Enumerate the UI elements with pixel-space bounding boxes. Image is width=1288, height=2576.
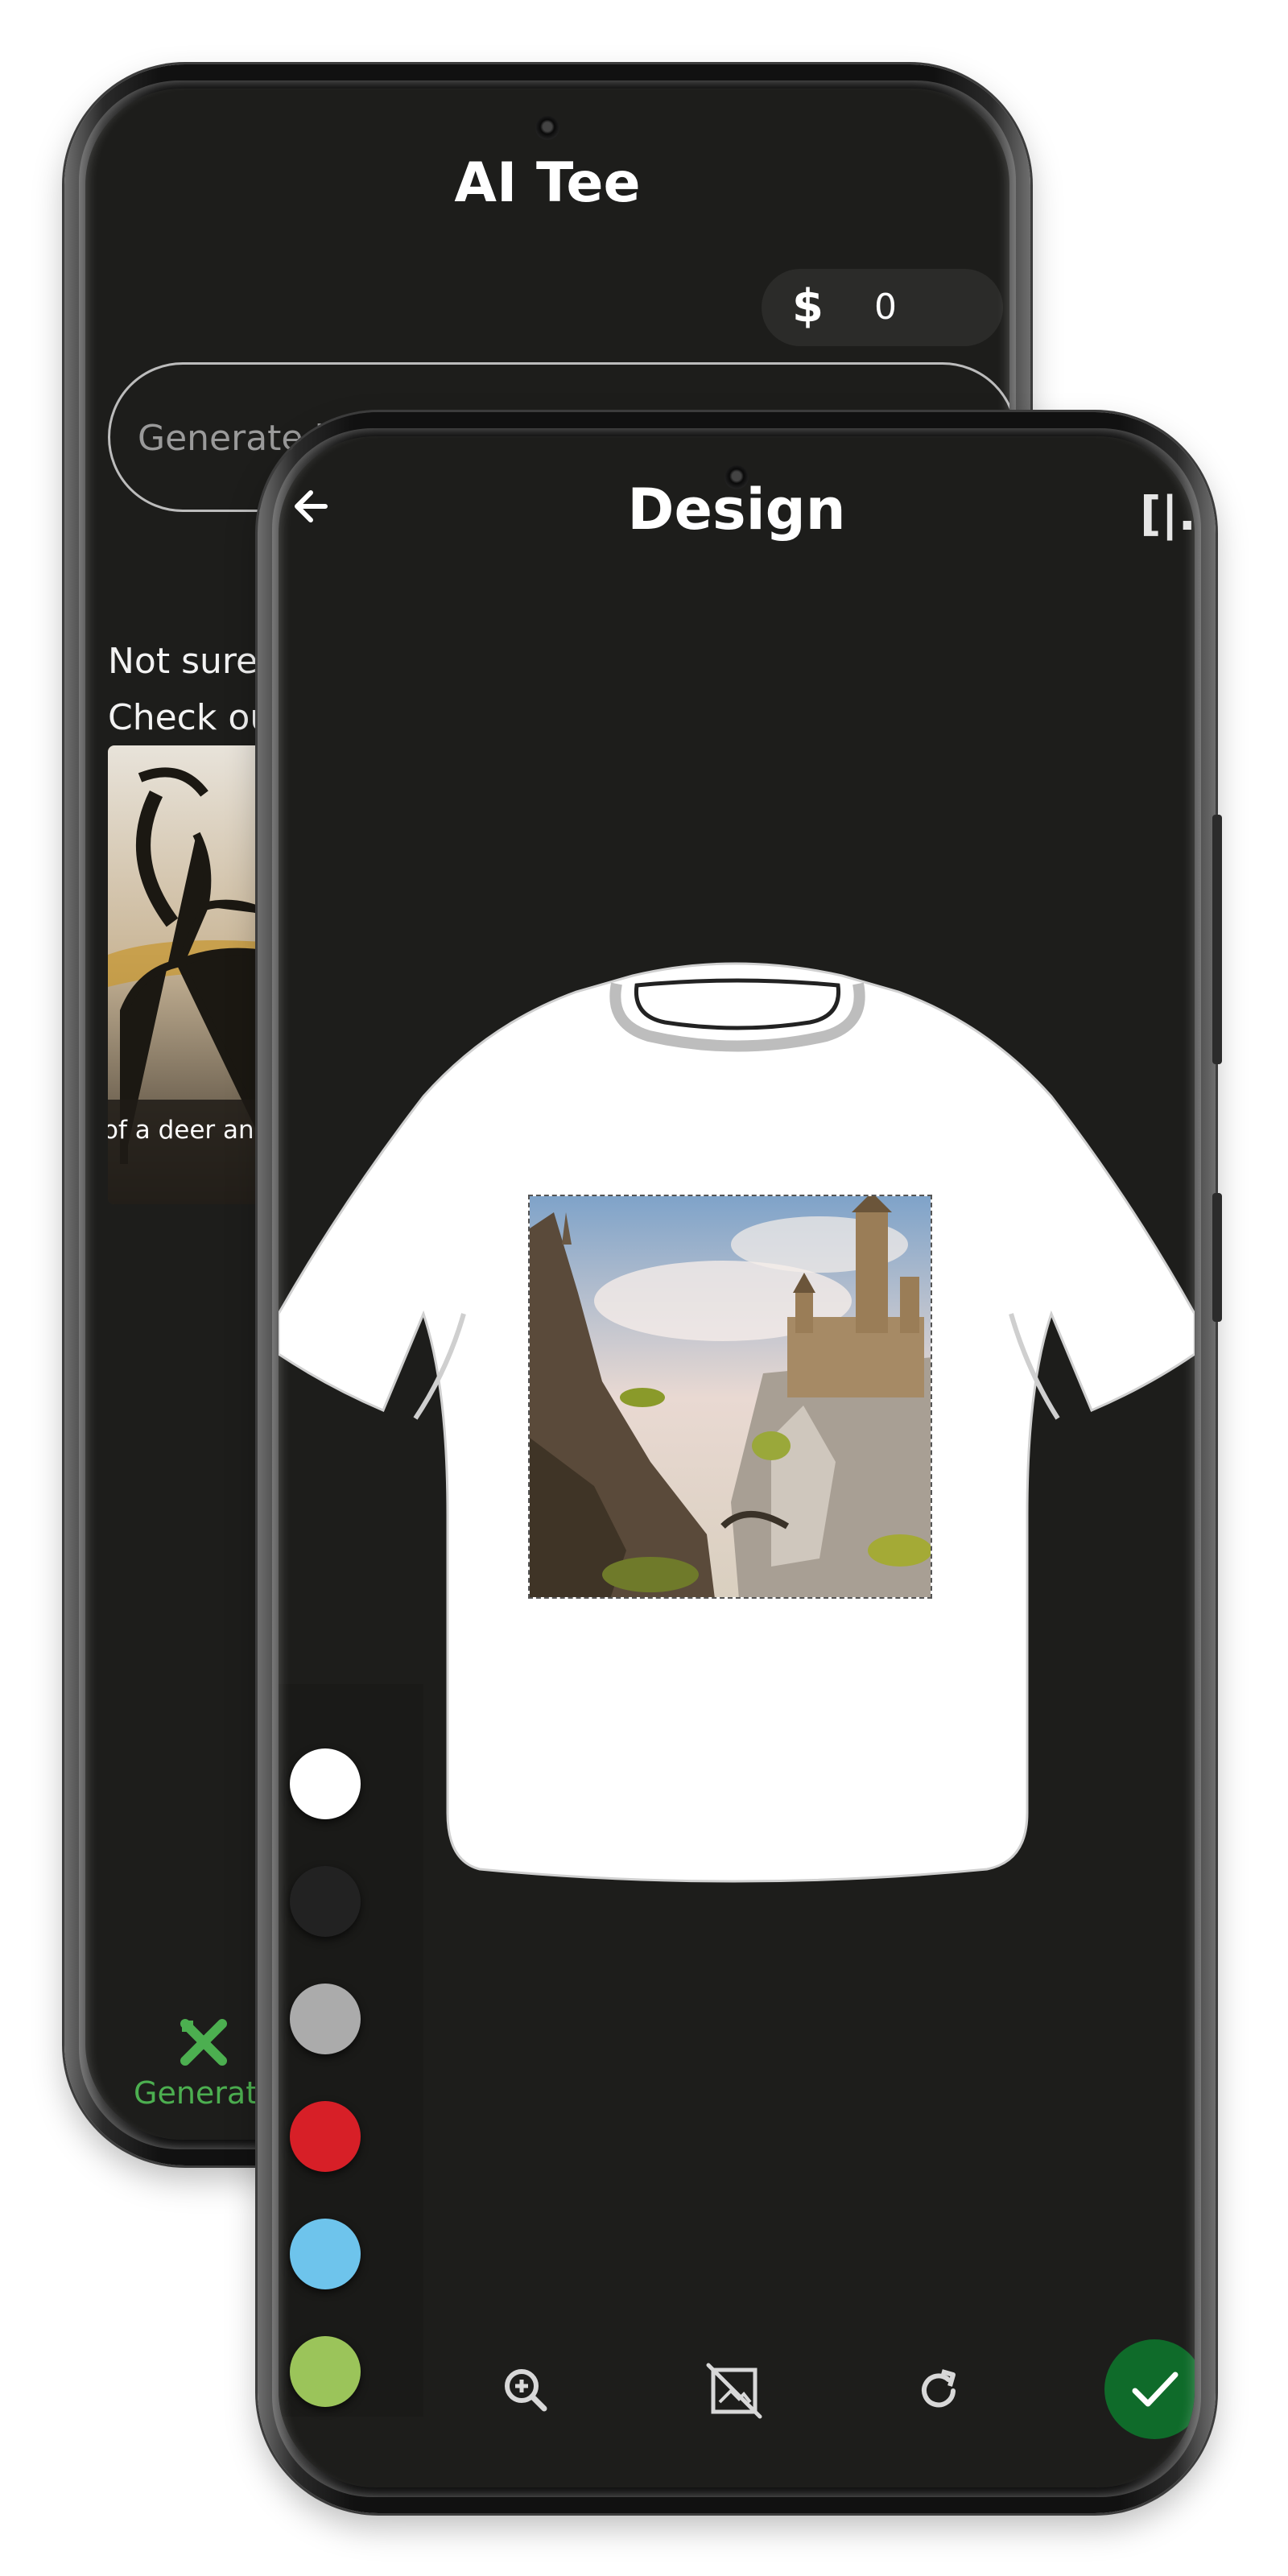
balance-pill[interactable]: $ 0: [762, 269, 1003, 346]
balance-amount: 0: [874, 287, 897, 328]
swatch-green[interactable]: [290, 2336, 361, 2407]
swatch-black[interactable]: [290, 1866, 361, 1937]
overflow-icon[interactable]: [|.: [1140, 486, 1195, 541]
app-title: AI Tee: [454, 151, 641, 215]
nav-generate-label: Generat: [134, 2075, 258, 2111]
remove-image-icon[interactable]: [702, 2359, 766, 2423]
swatch-gray[interactable]: [290, 1984, 361, 2054]
design-screen: Design [|.: [279, 436, 1195, 2487]
zoom-in-icon[interactable]: [494, 2359, 559, 2423]
swatch-light-blue[interactable]: [290, 2219, 361, 2289]
swatch-red[interactable]: [290, 2101, 361, 2172]
front-camera: [724, 465, 749, 489]
power-button: [1212, 815, 1222, 1064]
castle-artwork: [530, 1196, 931, 1597]
dollar-icon: $: [792, 280, 824, 332]
design-tools-icon: [180, 2019, 227, 2066]
design-image-frame[interactable]: [528, 1195, 932, 1599]
confirm-button[interactable]: [1104, 2339, 1195, 2439]
front-phone: Design [|.: [258, 412, 1222, 2513]
swatch-white[interactable]: [290, 1748, 361, 1819]
example-caption: of a deer and: [108, 1116, 270, 1145]
front-camera: [535, 116, 559, 140]
color-palette: [279, 1684, 423, 2417]
check-icon: [1132, 2372, 1179, 2407]
rotate-icon[interactable]: [906, 2359, 971, 2423]
volume-button: [1212, 1193, 1222, 1322]
